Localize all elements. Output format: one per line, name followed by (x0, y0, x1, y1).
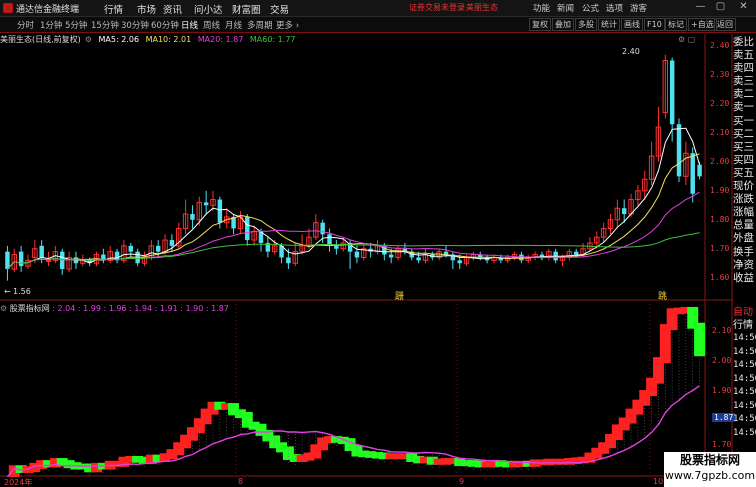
y-tick-1.80: 1.80 (710, 215, 730, 224)
ind-y-tick-1.90: 1.90 (712, 386, 732, 395)
side-item-sell3: 卖三 (733, 75, 754, 88)
indicator-series (6, 306, 706, 477)
ind-current-value: 1.87 (712, 413, 736, 422)
side-item-buy4: 买四 (733, 153, 754, 166)
quote-side-panel: 委比 卖五 卖四 卖三 卖二 卖一 买一 买二 买三 买四 买五 现价 涨跌 涨… (733, 36, 756, 285)
candle-down (676, 124, 682, 177)
candle-down (190, 214, 195, 220)
candle-down (60, 251, 65, 270)
candle-down (18, 251, 24, 267)
candle-down (697, 164, 702, 177)
side-item-turnover: 换手 (733, 245, 754, 258)
ma20-line (7, 191, 700, 270)
low-price-label: 1.56 (13, 287, 31, 296)
ma60-line (7, 232, 700, 270)
ind-y-tick-2.10: 2.10 (712, 326, 732, 335)
y-tick-2.30: 2.30 (710, 70, 730, 79)
indicator-bar (694, 322, 706, 357)
candle-down (169, 240, 175, 246)
candle-down (334, 245, 339, 249)
candle-down (519, 254, 524, 261)
watermark-line1: 股票指标网 (679, 453, 740, 467)
y-tick-1.70: 1.70 (710, 244, 730, 253)
tick-time: 14:56 (733, 346, 756, 357)
ticks-side-panel: 自动 行情 14:56 14:56 14:56 14:56 14:56 14:5… (733, 306, 756, 440)
candle-down (416, 257, 421, 261)
signal-mark-1: 跚 (395, 291, 404, 302)
x-label-year: 2024年 (4, 478, 33, 487)
y-tick-2.20: 2.20 (710, 99, 730, 108)
watermark-logo: 股票指标网 www.7gpzb.com (664, 452, 756, 487)
close-icon[interactable]: ✕ (737, 1, 750, 12)
candle-down (155, 245, 161, 252)
low-arrow-icon: ← (4, 287, 11, 296)
tick-time: 14:56 (733, 400, 756, 411)
candle-down (621, 208, 627, 214)
side-item-sell2: 卖二 (733, 88, 754, 101)
side-item-buy2: 买二 (733, 127, 754, 140)
watermark-line2: www.7gpzb.com (664, 469, 756, 482)
candle-down (669, 60, 675, 125)
candle-down (5, 251, 10, 270)
side-item-change: 涨跌 (733, 193, 754, 206)
indicator-settings-icon[interactable]: ⚙ (0, 304, 7, 313)
ind-y-tick-1.70: 1.70 (712, 440, 732, 449)
side-item-change-pct: 涨幅 (733, 206, 754, 219)
y-tick-2.40: 2.40 (710, 41, 730, 50)
ind-y-tick-2.00: 2.00 (712, 356, 732, 365)
side-item-sell4: 卖四 (733, 62, 754, 75)
indicator-title: 股票指标网 (9, 304, 50, 313)
high-price-label: 2.40 (622, 47, 640, 56)
candle-down (457, 260, 462, 264)
candle-down (573, 251, 579, 255)
y-tick-2.00: 2.00 (710, 157, 730, 166)
candle-down (690, 153, 695, 194)
side-item-volume: 总量 (733, 219, 754, 232)
x-label-sep: 9 (459, 477, 465, 486)
candle-down (245, 216, 250, 241)
side-item-earnings: 收益 (733, 271, 754, 284)
y-tick-1.60: 1.60 (710, 273, 730, 282)
candle-down (354, 251, 360, 258)
x-label-oct: 10 (653, 477, 664, 486)
side-item-net-asset: 净资 (733, 258, 754, 271)
candle-down (128, 245, 134, 252)
y-tick-2.10: 2.10 (710, 128, 730, 137)
side-item-sell1: 卖一 (733, 101, 754, 114)
side-item-sell5: 卖五 (733, 49, 754, 62)
stock-chart-svg[interactable]: 2.40 1.56 ← 跚 跳 (0, 0, 733, 477)
x-label-aug: 8 (238, 477, 244, 486)
y-tick-1.90: 1.90 (710, 186, 730, 195)
tick-time: 14:56 (733, 427, 756, 438)
candle-down (39, 245, 44, 258)
indicator-header: ⚙ 股票指标网 : 2.04 : 1.99 : 1.96 : 1.94 : 1.… (0, 303, 730, 315)
candle-up (45, 259, 52, 262)
side-quote[interactable]: 行情 (733, 319, 756, 332)
candle-down (286, 257, 291, 264)
moving-average-lines (7, 127, 701, 270)
side-auto[interactable]: 自动 (733, 306, 756, 319)
indicator-values: : 2.04 : 1.99 : 1.96 : 1.94 : 1.91 : 1.9… (52, 304, 229, 313)
tick-time: 14:56 (733, 387, 756, 397)
side-item-buy5: 买五 (733, 166, 754, 179)
candle-down (388, 254, 394, 258)
candle-down (203, 202, 209, 206)
tick-time: 14:56 (733, 414, 756, 424)
candle-down (217, 199, 223, 223)
tick-time: 14:56 (733, 373, 756, 384)
side-item-buy1: 买一 (733, 114, 754, 127)
tick-time: 14:56 (733, 333, 756, 343)
side-item-weibi: 委比 (733, 36, 754, 48)
signal-mark-2: 跳 (658, 290, 667, 302)
side-item-buy3: 买三 (733, 140, 754, 153)
side-item-price: 现价 (733, 180, 754, 193)
x-axis: 2024年 8 9 10 (0, 477, 730, 487)
side-item-outer: 外盘 (733, 232, 754, 245)
ma5-line (7, 127, 701, 270)
tick-time: 14:56 (733, 360, 756, 370)
